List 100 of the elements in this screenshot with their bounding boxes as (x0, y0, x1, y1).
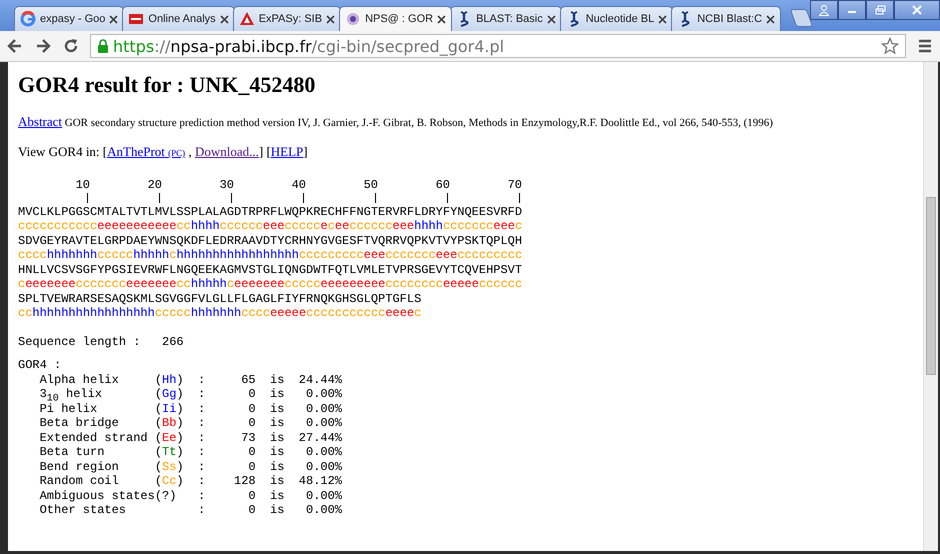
close-icon[interactable] (546, 14, 556, 24)
prediction-text: hhhhhhh (46, 248, 98, 262)
user-button[interactable] (810, 0, 838, 20)
close-icon (912, 5, 922, 15)
star-icon[interactable] (881, 37, 899, 55)
is-text: is (269, 387, 284, 402)
state-count: 0 (247, 387, 256, 402)
prediction-text: eee (392, 219, 414, 234)
prediction-text: ccccccccccc (18, 219, 98, 234)
is-text: is (269, 474, 284, 488)
prediction-text: hhhhhhhhhhhhhhhhh (32, 306, 155, 320)
browser-tab[interactable]: BLAST: Basic (450, 6, 562, 31)
close-icon[interactable] (220, 14, 229, 24)
state-label: Ambiguous states (40, 488, 155, 503)
google-icon (20, 11, 36, 27)
close-icon[interactable] (326, 14, 336, 24)
prediction-text: eee (493, 219, 515, 234)
browser-tab[interactable]: NCBI Blast:C (671, 6, 782, 31)
back-icon[interactable] (6, 37, 24, 55)
state-label: Pi helix (40, 402, 98, 416)
prediction-text: cccccccc (385, 277, 443, 292)
link-separator: ] [ (258, 144, 271, 159)
state-count: 128 (233, 474, 256, 488)
colon: : (198, 488, 206, 503)
prediction-text: e (320, 219, 328, 234)
prediction-text: eeeee (442, 277, 479, 292)
prediction-text: ccccccccccc (306, 306, 386, 320)
restore-button[interactable] (866, 0, 894, 20)
colon: : (198, 460, 206, 474)
ruler-number: 20 (146, 178, 162, 192)
state-count: 73 (240, 430, 256, 445)
prediction-text: ccccccccc (298, 248, 364, 262)
state-code: (Gg) (154, 387, 184, 401)
prediction-text: ccccccc (76, 277, 126, 292)
state-label: 3$_{10}$ helix (40, 387, 104, 402)
state-percent: 27.44% (298, 430, 342, 445)
close-button[interactable] (894, 0, 940, 20)
prediction-text: eeee (385, 306, 414, 320)
minimize-button[interactable] (838, 0, 866, 20)
logo-icon (128, 11, 144, 27)
prediction-text: hhhhh (133, 248, 170, 262)
browser-tab[interactable]: Nucleotide BL (560, 6, 674, 31)
close-icon[interactable] (437, 14, 446, 24)
state-percent: 0.00% (305, 503, 342, 518)
address-bar[interactable]: https://npsa-prabi.ibcp.fr/cgi-bin/secpred_gor4.pl (90, 34, 906, 58)
prediction-text: ccccccc (385, 248, 436, 262)
state-percent: 24.44% (298, 372, 342, 387)
prediction-text: cccc (241, 306, 270, 320)
menu-icon[interactable] (916, 37, 934, 55)
prediction-text: cc (176, 219, 191, 234)
ruler-number: 40 (290, 178, 306, 192)
abstract-link[interactable]: Abstract (18, 114, 62, 129)
view-link[interactable]: Download... (194, 144, 259, 159)
state-percent: 48.12% (298, 474, 342, 488)
prediction-text: c (328, 219, 335, 234)
reload-icon[interactable] (62, 37, 80, 55)
colon: : (198, 372, 206, 387)
length-label: Sequence length : (18, 334, 140, 349)
state-percent: 0.00% (305, 387, 342, 402)
ruler-tick (158, 192, 160, 202)
scrollbar[interactable] (923, 62, 938, 551)
close-icon[interactable] (658, 14, 668, 24)
length-value: 266 (162, 334, 184, 349)
prediction-text: ccccc (284, 277, 321, 292)
url-text: https://npsa-prabi.ibcp.fr/cgi-bin/secpred_gor4.pl (113, 36, 504, 56)
new-tab-button[interactable] (790, 9, 814, 27)
prediction-text: ccccc (97, 248, 134, 262)
ruler-number: 60 (434, 178, 450, 192)
browser-tab[interactable]: expasy - Goo (14, 6, 124, 31)
lock-icon (97, 39, 109, 53)
state-label: Beta turn (40, 445, 106, 460)
close-icon[interactable] (109, 14, 118, 24)
prediction-text: ee (334, 219, 350, 234)
forward-icon[interactable] (34, 37, 52, 55)
scroll-thumb[interactable] (926, 197, 936, 375)
prediction-text: hhhhhhh (190, 306, 242, 320)
browser-tab[interactable]: NPS@ : GOR (339, 6, 452, 31)
state-label: Extended strand (40, 430, 149, 445)
sequence-line: SDVGEYRAVTELGRPDAEYWNSQKDFLEDRRAAVDTYCRHNYGVGESFTVQRRVQPKVTVYPSKTQPLQH (18, 234, 524, 248)
prediction-text: eee (262, 219, 284, 234)
prediction-text: eeeeeee (234, 277, 285, 292)
ruler-tick (446, 192, 448, 202)
view-link[interactable]: HELP (270, 144, 304, 159)
browser-tab[interactable]: Online Analys (122, 6, 235, 31)
prediction-text: c (18, 277, 26, 292)
prediction-text: eeeeeeeeeee (97, 219, 176, 234)
ruler-number: 70 (506, 178, 522, 192)
view-link[interactable]: AnTheProt (PC) (107, 144, 186, 159)
link-separator: , (187, 144, 193, 159)
ruler-tick (86, 192, 88, 202)
person-icon (819, 4, 829, 16)
link-separator: ] (303, 144, 308, 159)
prediction-text: cccccc (349, 219, 393, 234)
state-count: 65 (240, 372, 256, 387)
state-code: (Ee) (154, 430, 184, 444)
state-label: Other states (40, 503, 128, 518)
state-count: 0 (247, 445, 256, 460)
stats-title: GOR4 : (18, 358, 62, 372)
close-icon[interactable] (766, 14, 776, 24)
browser-tab[interactable]: ExPASy: SIB (232, 6, 342, 31)
